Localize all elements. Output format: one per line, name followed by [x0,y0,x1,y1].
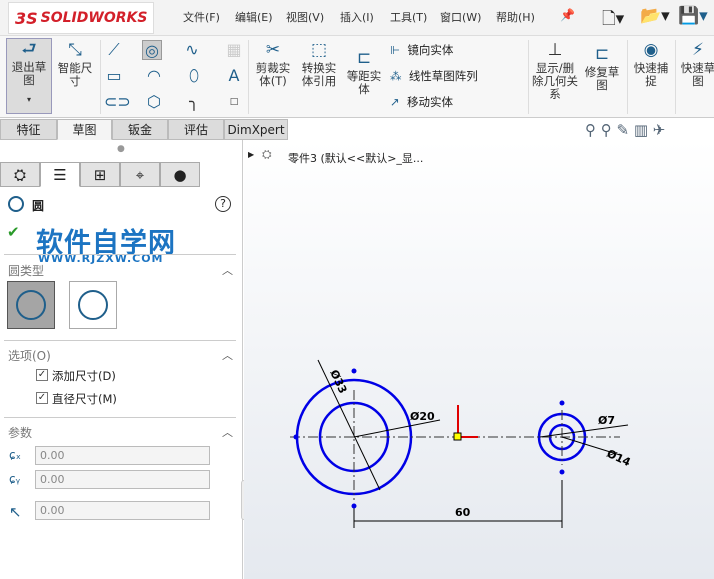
dim-label-d14[interactable]: Ø14 [605,447,633,469]
sketch-drawing: Ø33 Ø20 Ø7 Ø14 60 [290,359,633,528]
dim-label-d20[interactable]: Ø20 [410,410,435,423]
origin-point [453,432,462,441]
dim-label-60[interactable]: 60 [455,506,471,519]
dim-label-d7[interactable]: Ø7 [598,414,615,427]
dim-label-d33[interactable]: Ø33 [327,368,349,396]
